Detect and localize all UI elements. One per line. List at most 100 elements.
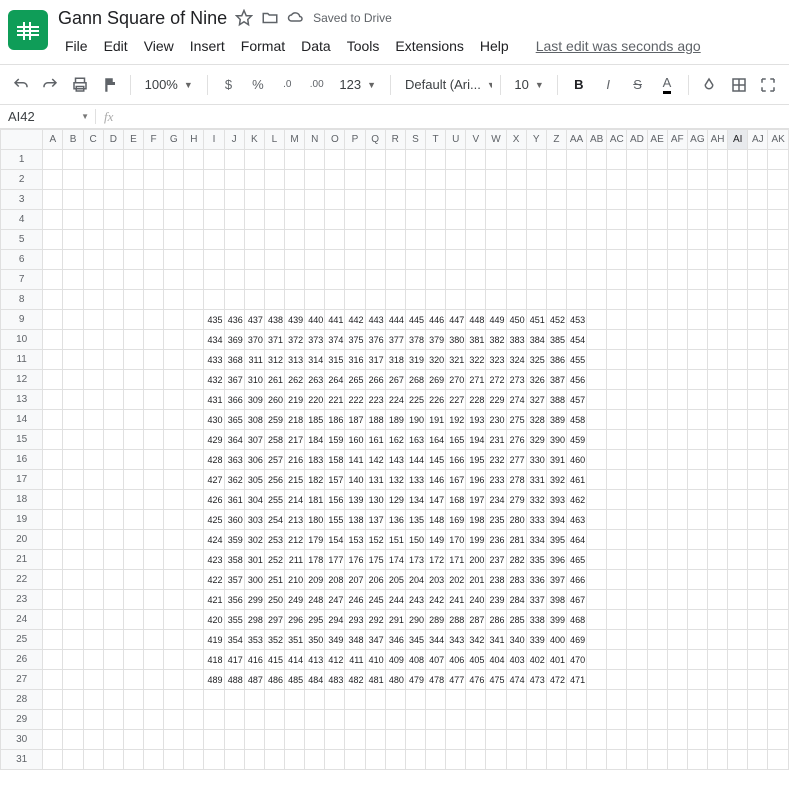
spreadsheet-grid[interactable]: ABCDEFGHIJKLMNOPQRSTUVWXYZAAABACADAEAFAG… [0, 129, 789, 770]
cell[interactable] [486, 710, 506, 730]
cell[interactable] [43, 230, 63, 250]
cell[interactable] [486, 750, 506, 770]
cell[interactable] [687, 590, 707, 610]
cell[interactable] [446, 690, 466, 710]
cell[interactable] [224, 250, 244, 270]
cell[interactable]: 296 [285, 610, 305, 630]
cell[interactable] [667, 630, 687, 650]
cell[interactable] [425, 690, 445, 710]
cell[interactable] [707, 670, 727, 690]
cell[interactable] [305, 270, 325, 290]
cell[interactable]: 155 [325, 510, 345, 530]
cell[interactable] [365, 150, 385, 170]
cell[interactable]: 344 [425, 630, 445, 650]
cell[interactable] [405, 210, 425, 230]
cell[interactable]: 215 [285, 470, 305, 490]
cell[interactable] [687, 230, 707, 250]
cell[interactable] [123, 170, 143, 190]
cell[interactable] [728, 690, 748, 710]
cell[interactable] [627, 170, 647, 190]
cell[interactable] [63, 370, 83, 390]
cell[interactable]: 191 [425, 410, 445, 430]
cell[interactable]: 425 [204, 510, 224, 530]
cell[interactable] [707, 270, 727, 290]
cell[interactable] [123, 510, 143, 530]
cell[interactable] [365, 690, 385, 710]
cell[interactable] [687, 450, 707, 470]
cell[interactable]: 472 [546, 670, 566, 690]
cell[interactable]: 154 [325, 530, 345, 550]
cell[interactable] [546, 270, 566, 290]
cell[interactable]: 252 [264, 550, 284, 570]
cell[interactable]: 429 [204, 430, 224, 450]
cell[interactable]: 367 [224, 370, 244, 390]
cell[interactable] [325, 270, 345, 290]
cell[interactable]: 259 [264, 410, 284, 430]
cell[interactable] [325, 250, 345, 270]
col-header-A[interactable]: A [43, 130, 63, 150]
cell[interactable] [83, 630, 103, 650]
cell[interactable]: 254 [264, 510, 284, 530]
cell[interactable]: 265 [345, 370, 365, 390]
cell[interactable] [164, 730, 184, 750]
cell[interactable] [587, 350, 607, 370]
cell[interactable] [607, 490, 627, 510]
col-header-I[interactable]: I [204, 130, 224, 150]
cell[interactable]: 203 [425, 570, 445, 590]
cell[interactable] [728, 550, 748, 570]
text-color-button[interactable]: A [654, 72, 679, 98]
cell[interactable] [587, 450, 607, 470]
cell[interactable] [43, 670, 63, 690]
menu-file[interactable]: File [58, 35, 95, 57]
cell[interactable] [768, 170, 789, 190]
cell[interactable]: 294 [325, 610, 345, 630]
font-size-combo[interactable]: 10▼ [509, 75, 549, 94]
cell[interactable] [264, 170, 284, 190]
cell[interactable] [184, 570, 204, 590]
cell[interactable] [748, 590, 768, 610]
cell[interactable] [425, 270, 445, 290]
cell[interactable] [587, 250, 607, 270]
cell[interactable]: 171 [446, 550, 466, 570]
cell[interactable] [144, 570, 164, 590]
cell[interactable] [667, 330, 687, 350]
row-header-2[interactable]: 2 [1, 170, 43, 190]
cell[interactable]: 182 [305, 470, 325, 490]
cell[interactable] [667, 610, 687, 630]
cell[interactable]: 465 [566, 550, 586, 570]
cell[interactable]: 320 [425, 350, 445, 370]
cell[interactable] [184, 410, 204, 430]
cell[interactable] [607, 250, 627, 270]
cell[interactable]: 330 [526, 450, 546, 470]
cell[interactable]: 385 [546, 330, 566, 350]
cell[interactable]: 402 [526, 650, 546, 670]
cell[interactable]: 290 [405, 610, 425, 630]
cell[interactable]: 278 [506, 470, 526, 490]
cell[interactable]: 172 [425, 550, 445, 570]
cell[interactable]: 261 [264, 370, 284, 390]
cell[interactable] [244, 170, 264, 190]
cell[interactable] [164, 410, 184, 430]
cell[interactable] [748, 690, 768, 710]
cell[interactable]: 438 [264, 310, 284, 330]
row-header-1[interactable]: 1 [1, 150, 43, 170]
cell[interactable]: 452 [546, 310, 566, 330]
cell[interactable] [748, 550, 768, 570]
cell[interactable] [546, 230, 566, 250]
cell[interactable] [83, 290, 103, 310]
print-button[interactable] [67, 72, 92, 98]
cell[interactable] [204, 150, 224, 170]
cell[interactable] [627, 190, 647, 210]
cell[interactable]: 305 [244, 470, 264, 490]
cell[interactable]: 372 [285, 330, 305, 350]
cell[interactable] [748, 210, 768, 230]
cell[interactable] [184, 230, 204, 250]
cell[interactable]: 301 [244, 550, 264, 570]
last-edit-link[interactable]: Last edit was seconds ago [536, 38, 701, 54]
cell[interactable] [365, 750, 385, 770]
col-header-N[interactable]: N [305, 130, 325, 150]
cell[interactable] [184, 710, 204, 730]
cell[interactable] [728, 210, 748, 230]
cell[interactable] [164, 290, 184, 310]
col-header-L[interactable]: L [264, 130, 284, 150]
